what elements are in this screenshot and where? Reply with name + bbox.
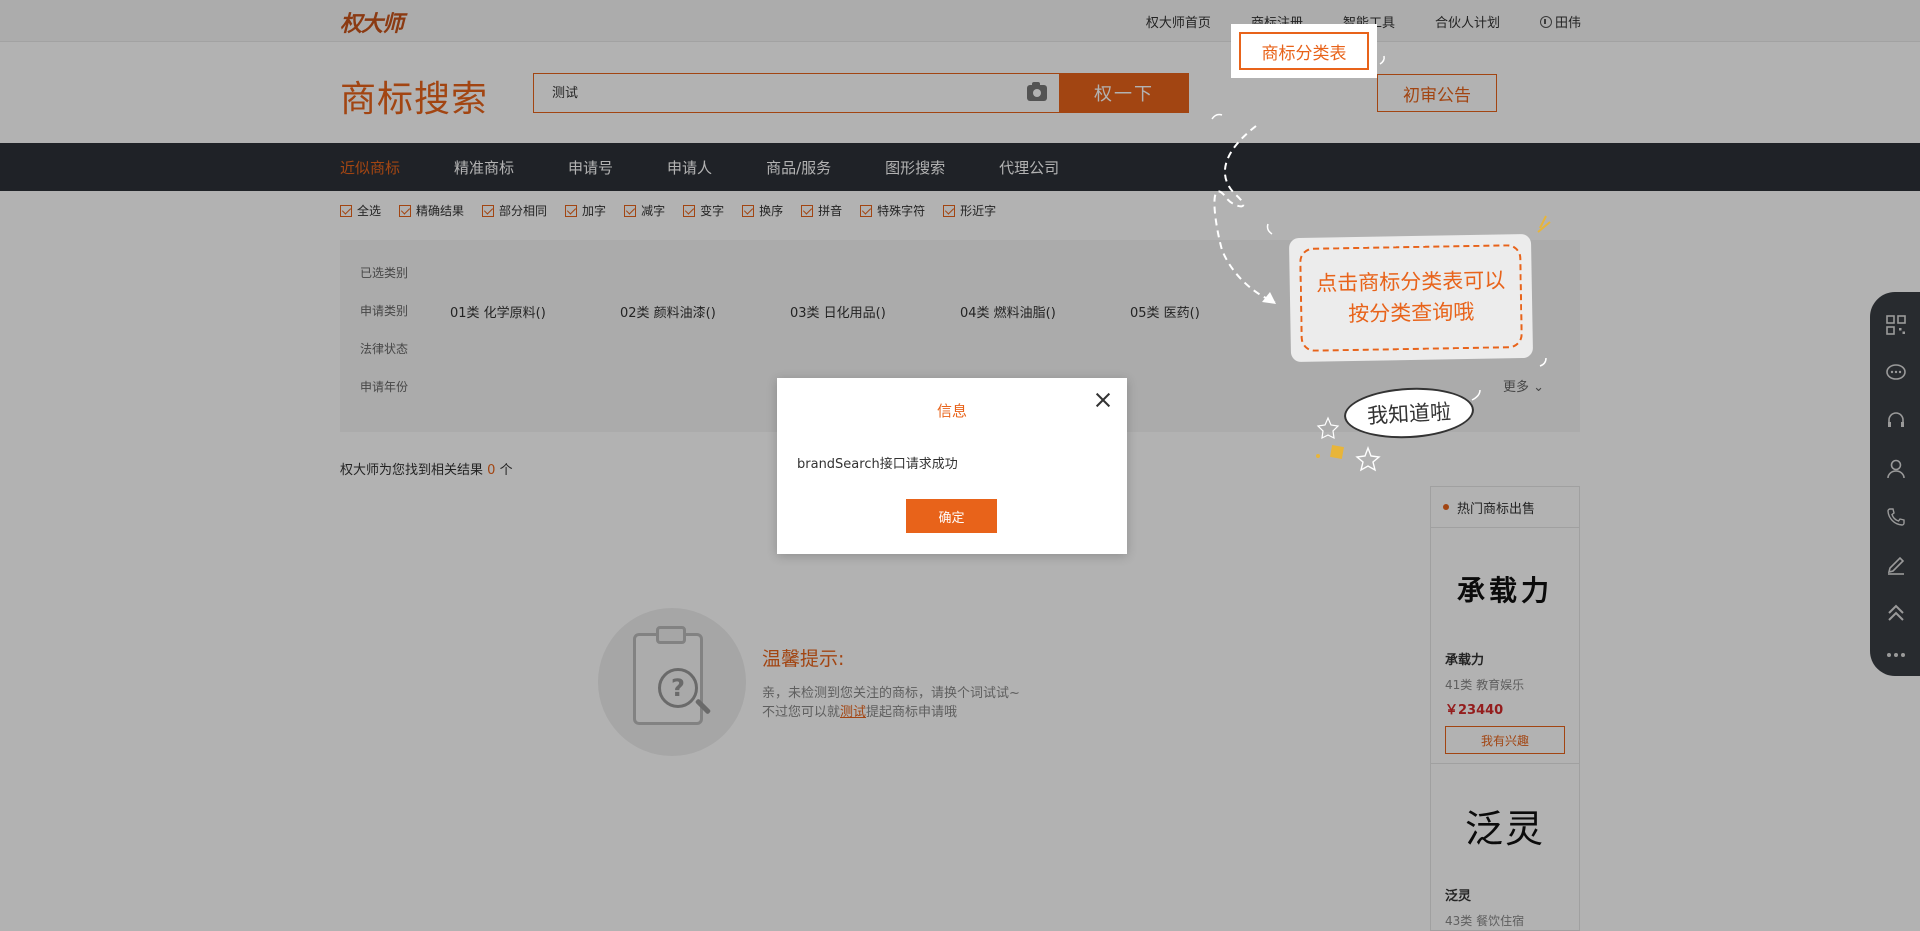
dialog-message: brandSearch接口请求成功 (797, 457, 958, 472)
confirm-button[interactable]: 确定 (906, 499, 997, 533)
info-dialog: 信息 brandSearch接口请求成功 确定 (777, 378, 1127, 554)
dialog-title: 信息 (936, 402, 967, 420)
category-table-button[interactable]: 商标分类表 (1231, 24, 1377, 78)
close-icon[interactable] (1095, 392, 1111, 408)
